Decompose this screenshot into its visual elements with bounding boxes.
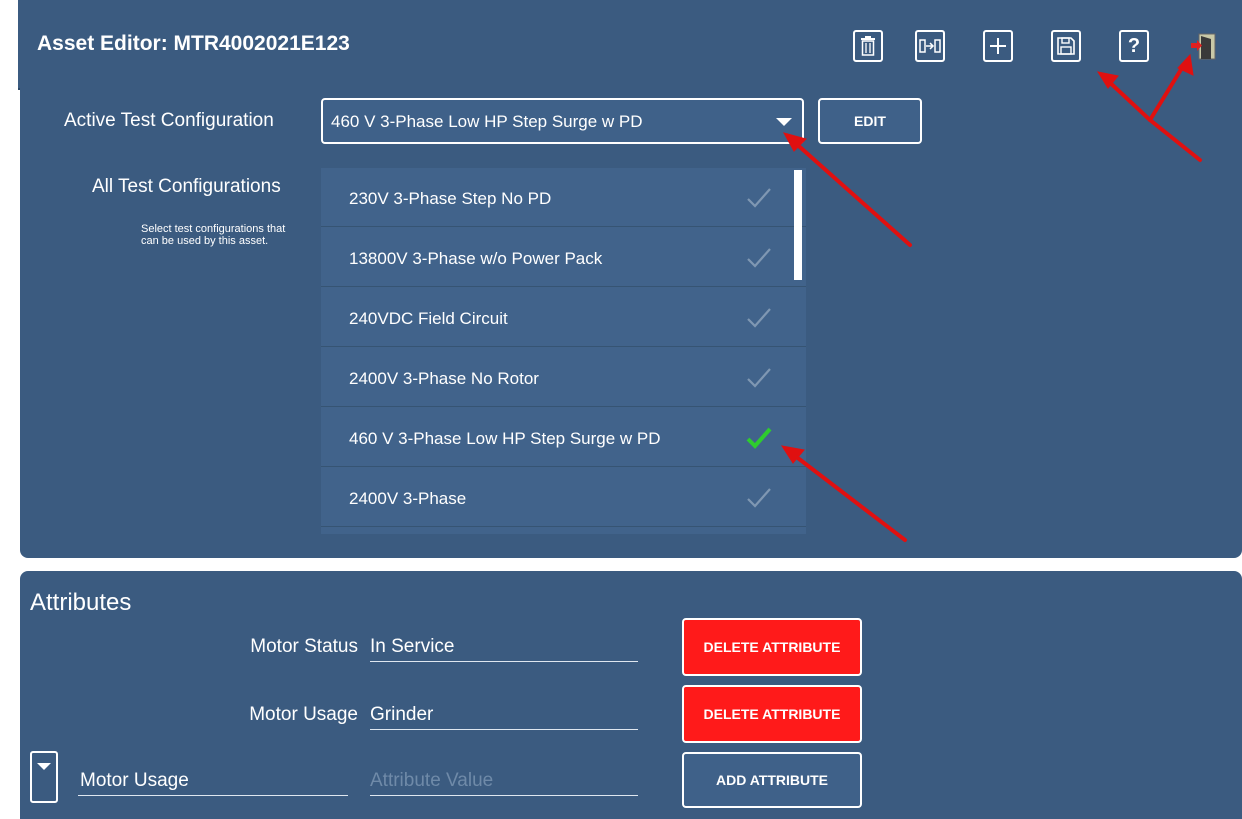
config-list-item[interactable]: 460 V 3-Phase Low HP Step Surge w PD (321, 408, 806, 467)
attribute-value-placeholder: Attribute Value (370, 770, 494, 791)
edit-config-button[interactable]: EDIT (818, 98, 922, 144)
attribute-value-input[interactable]: Attribute Value (370, 767, 638, 796)
attributes-panel: Attributes Motor Status In Service DELET… (20, 571, 1242, 819)
attribute-key-dropdown-button[interactable] (30, 751, 58, 803)
help-button[interactable]: ? (1119, 30, 1149, 62)
attribute-key-field[interactable]: Motor Usage (78, 767, 348, 796)
checkmark-active-icon (746, 427, 772, 449)
exit-button[interactable] (1187, 29, 1221, 63)
save-floppy-icon (1057, 37, 1075, 55)
checkmark-icon (747, 368, 771, 388)
attribute-value-field[interactable]: Grinder (370, 701, 638, 730)
active-config-label: Active Test Configuration (64, 110, 274, 131)
config-name: 2400V 3-Phase No Rotor (349, 369, 539, 388)
attributes-heading: Attributes (30, 589, 132, 616)
config-name: 13800V 3-Phase w/o Power Pack (349, 249, 603, 268)
config-name: 240VDC Field Circuit (349, 309, 508, 328)
move-copy-icon (919, 39, 941, 53)
asset-editor-app: Asset Editor: MTR4002021E123 ? Active Te… (18, 0, 1242, 819)
chevron-down-icon (776, 118, 792, 126)
question-mark-icon: ? (1127, 34, 1141, 57)
active-config-dropdown[interactable]: 460 V 3-Phase Low HP Step Surge w PD (321, 98, 804, 144)
attribute-value: Grinder (370, 704, 434, 725)
delete-attribute-button[interactable]: DELETE ATTRIBUTE (682, 618, 862, 676)
attribute-label: Motor Usage (249, 704, 358, 725)
config-name: 230V 3-Phase Step No PD (349, 189, 552, 208)
header-bar: Asset Editor: MTR4002021E123 ? (18, 0, 1242, 90)
checkmark-icon (747, 308, 771, 328)
attribute-label: Motor Status (250, 636, 358, 657)
all-configs-hint: Select test configurations that can be u… (141, 223, 286, 247)
config-list-item[interactable]: 230V 3-Phase Step No PD (321, 168, 806, 227)
checkmark-icon (747, 188, 771, 208)
config-list-item[interactable]: 13800V 3-Phase w/o Power Pack (321, 228, 806, 287)
trash-icon (861, 36, 875, 56)
plus-icon (990, 38, 1006, 54)
config-list-item[interactable]: 2400V 3-Phase No Rotor (321, 348, 806, 407)
delete-asset-button[interactable] (853, 30, 883, 62)
config-list-item[interactable]: 240VDC Field Circuit (321, 288, 806, 347)
add-asset-button[interactable] (983, 30, 1013, 62)
checkmark-icon (747, 488, 771, 508)
active-config-value: 460 V 3-Phase Low HP Step Surge w PD (331, 112, 643, 131)
exit-door-icon (1191, 33, 1216, 60)
config-list-item[interactable]: 2400V 3-Phase (321, 468, 806, 527)
page-title: Asset Editor: MTR4002021E123 (37, 32, 350, 55)
config-name: 460 V 3-Phase Low HP Step Surge w PD (349, 429, 661, 448)
copy-asset-button[interactable] (915, 30, 945, 62)
checkmark-icon (747, 248, 771, 268)
attribute-key-value: Motor Usage (80, 770, 189, 791)
delete-attribute-button[interactable]: DELETE ATTRIBUTE (682, 685, 862, 743)
attribute-value: In Service (370, 636, 455, 657)
add-attribute-button[interactable]: ADD ATTRIBUTE (682, 752, 862, 808)
test-configuration-panel: Active Test Configuration 460 V 3-Phase … (20, 88, 1242, 558)
config-list-scrollbar[interactable] (794, 170, 802, 280)
attribute-value-field[interactable]: In Service (370, 633, 638, 662)
all-configs-label: All Test Configurations (92, 176, 281, 197)
config-name: 2400V 3-Phase (349, 489, 467, 508)
config-list[interactable]: 230V 3-Phase Step No PD 13800V 3-Phase w… (321, 168, 806, 534)
save-asset-button[interactable] (1051, 30, 1081, 62)
